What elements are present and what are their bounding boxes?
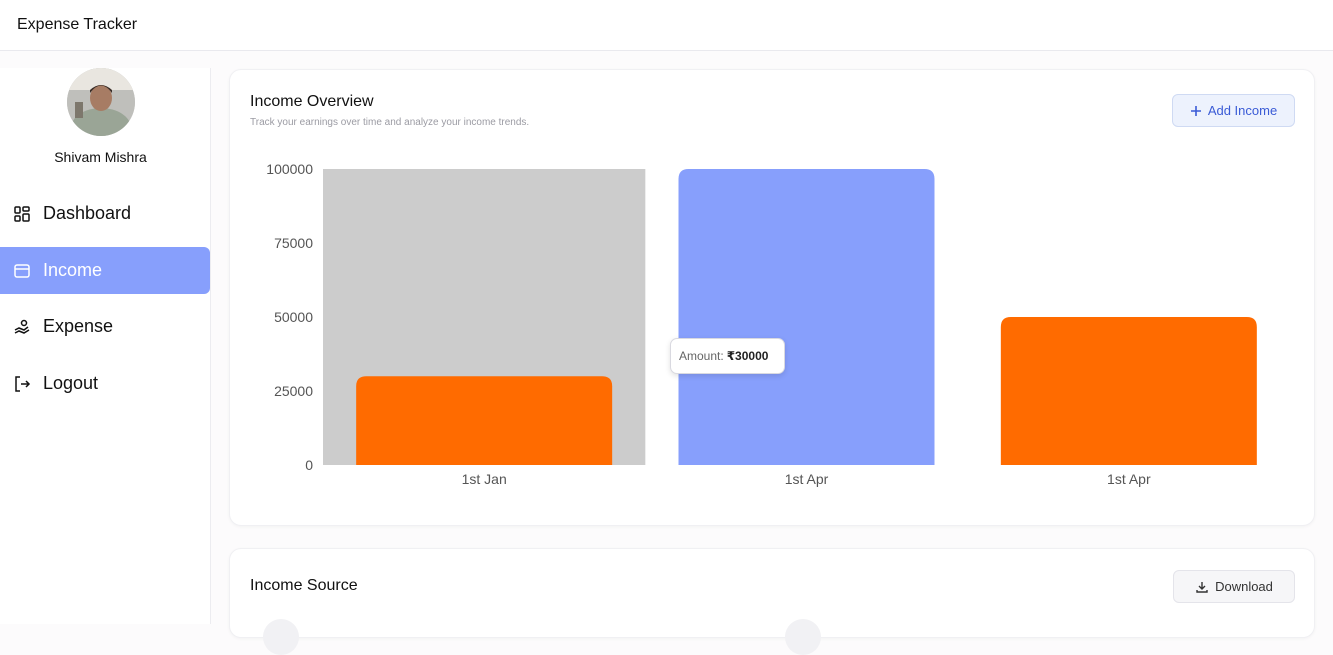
source-avatar-icon — [263, 619, 299, 655]
sidebar: Shivam Mishra Dashboard Income Expense L… — [0, 68, 211, 624]
chart-tooltip: Amount: ₹30000 — [670, 338, 785, 374]
sidebar-item-dashboard[interactable]: Dashboard — [0, 190, 210, 237]
app-title: Expense Tracker — [17, 16, 138, 33]
sidebar-item-expense[interactable]: Expense — [0, 303, 210, 350]
add-income-button[interactable]: Add Income — [1172, 94, 1295, 127]
sidebar-item-label: Logout — [43, 373, 99, 393]
download-label: Download — [1215, 579, 1273, 594]
tooltip-label: Amount: — [679, 349, 724, 363]
sidebar-item-label: Income — [43, 260, 103, 280]
card-title: Income Overview — [250, 93, 374, 110]
download-icon — [1195, 580, 1209, 594]
sidebar-item-label: Expense — [43, 316, 114, 336]
sidebar-item-logout[interactable]: Logout — [0, 360, 210, 407]
plus-icon — [1190, 105, 1202, 117]
income-overview-card: Income Overview Track your earnings over… — [229, 69, 1315, 526]
source-avatar-icon — [785, 619, 821, 655]
card-title: Income Source — [250, 577, 358, 594]
sidebar-item-income[interactable]: Income — [0, 247, 210, 294]
hand-coins-icon — [13, 318, 31, 336]
user-name: Shivam Mishra — [54, 149, 147, 165]
dashboard-icon — [13, 205, 31, 223]
income-source-card: Income Source Download — [229, 548, 1315, 655]
sidebar-item-label: Dashboard — [43, 203, 132, 223]
download-button[interactable]: Download — [1173, 570, 1295, 603]
top-bar: Expense Tracker — [0, 0, 1333, 51]
wallet-icon — [13, 262, 31, 280]
tooltip-value: ₹30000 — [726, 349, 769, 363]
logout-icon — [13, 375, 31, 393]
card-subtitle: Track your earnings over time and analyz… — [250, 117, 530, 128]
avatar — [67, 68, 135, 136]
add-income-label: Add Income — [1207, 103, 1278, 118]
